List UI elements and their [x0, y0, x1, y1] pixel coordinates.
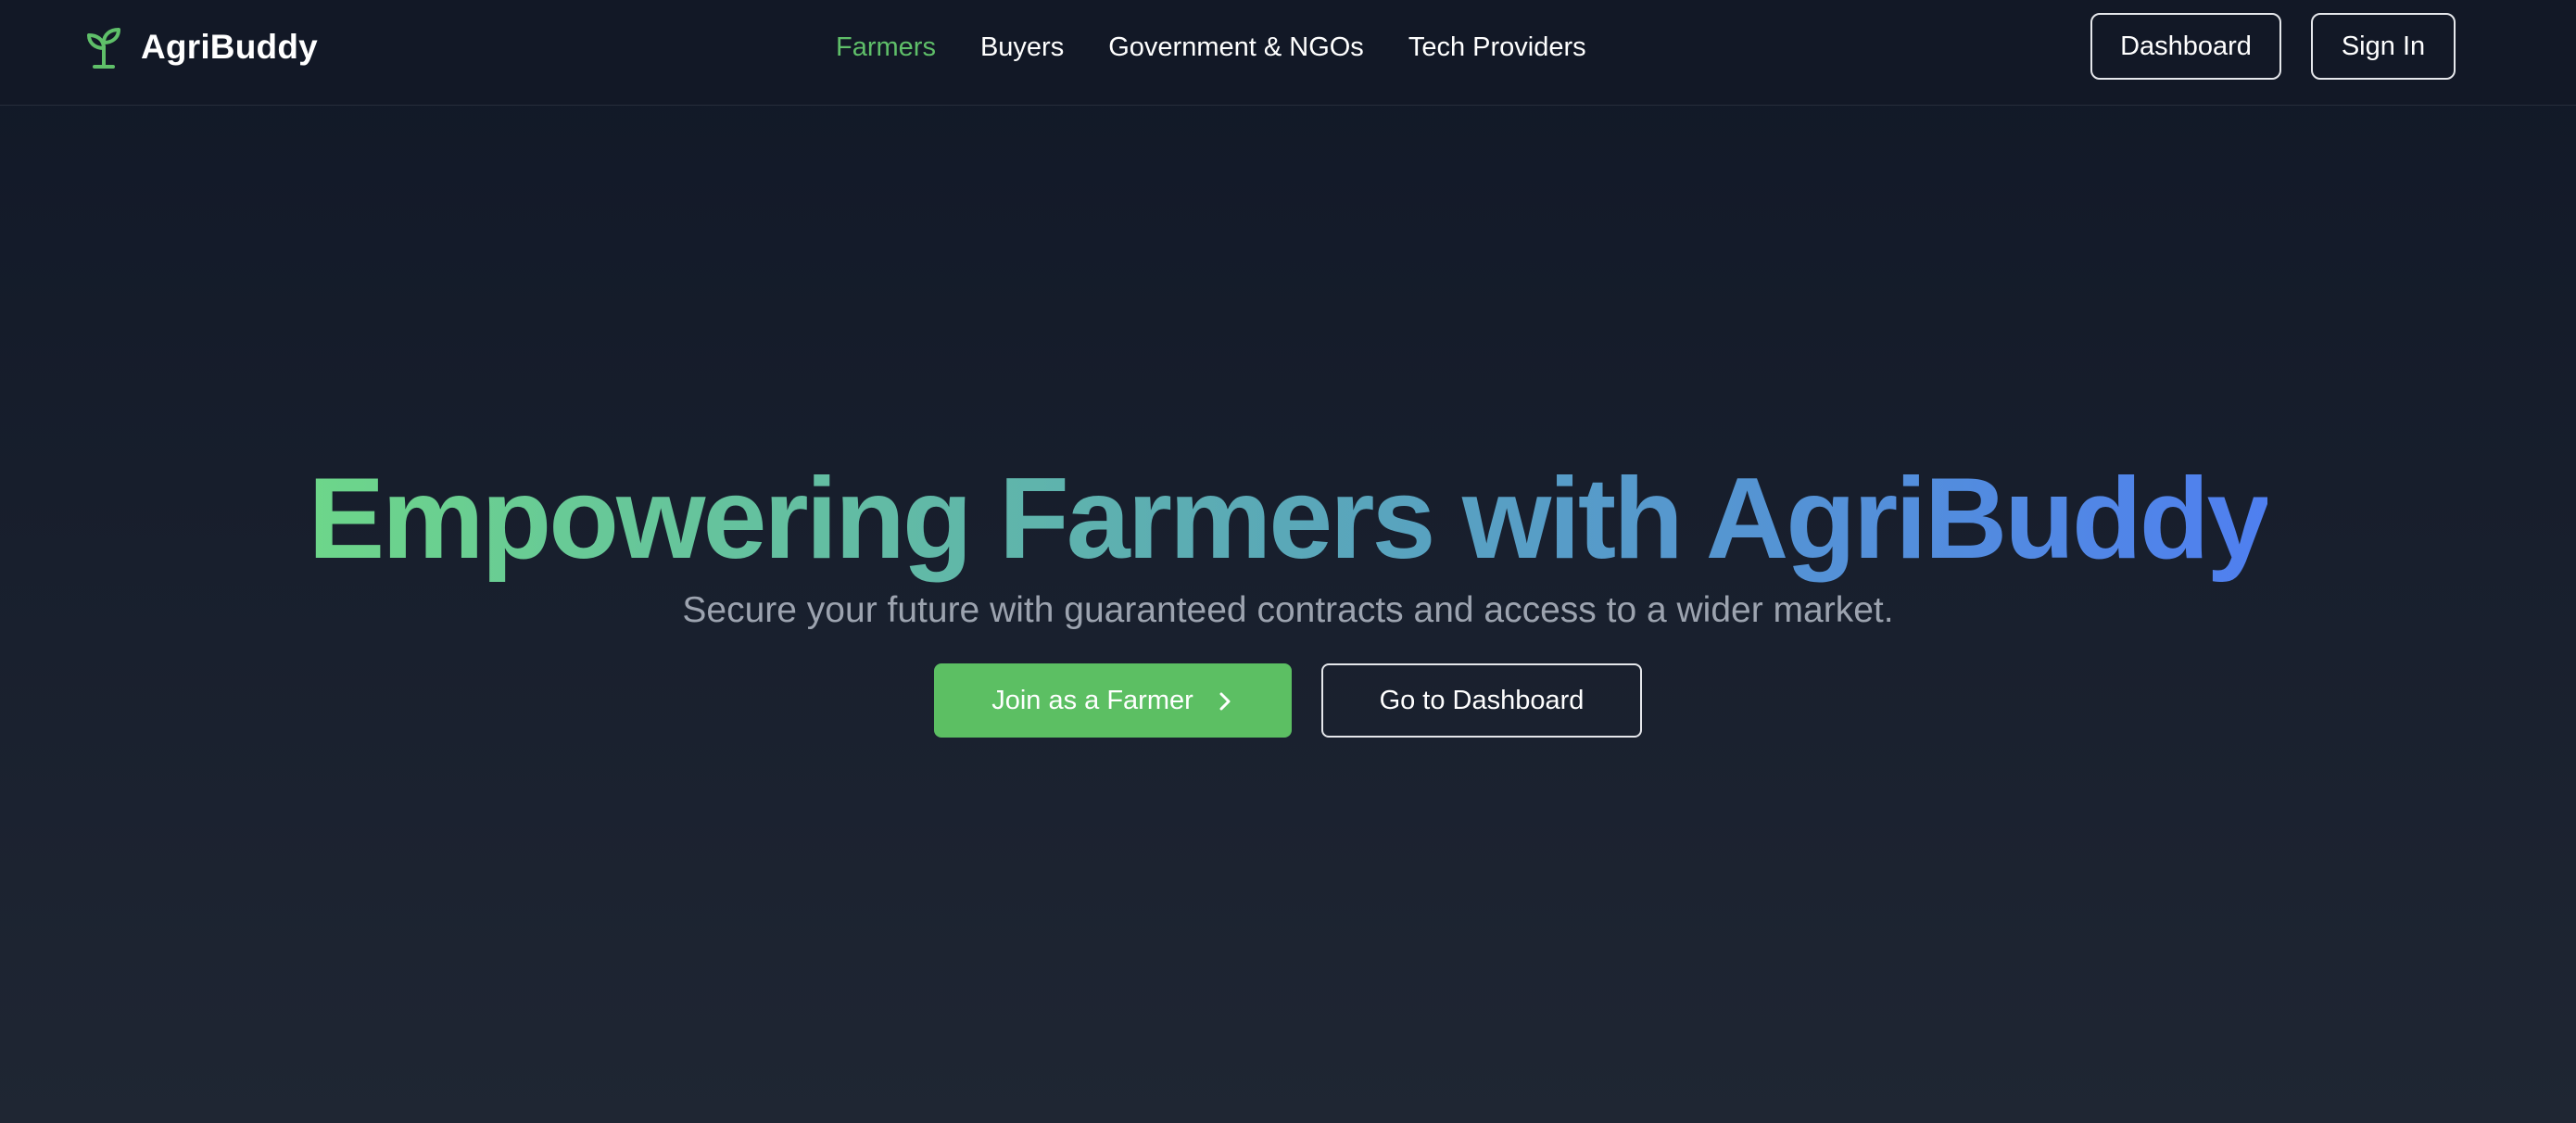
hero-subtitle: Secure your future with guaranteed contr… [682, 590, 1894, 630]
nav-link-government-ngos[interactable]: Government & NGOs [1108, 32, 1364, 63]
chevron-right-icon [1216, 689, 1234, 712]
hero-section: Empowering Farmers with AgriBuddy Secure… [0, 454, 2576, 738]
sprout-icon [85, 26, 122, 69]
nav-link-farmers[interactable]: Farmers [836, 32, 936, 63]
brand-logo[interactable]: AgriBuddy [85, 26, 318, 69]
hero-actions: Join as a Farmer Go to Dashboard [0, 663, 2576, 738]
hero-title: Empowering Farmers with AgriBuddy [308, 455, 2271, 583]
sign-in-button[interactable]: Sign In [2311, 13, 2456, 80]
top-navbar: AgriBuddy Farmers Buyers Government & NG… [0, 0, 2576, 106]
go-to-dashboard-button[interactable]: Go to Dashboard [1321, 663, 1642, 738]
nav-link-buyers[interactable]: Buyers [980, 32, 1064, 63]
brand-name: AgriBuddy [141, 28, 318, 66]
nav-actions: Dashboard Sign In [2090, 13, 2456, 80]
main-nav: Farmers Buyers Government & NGOs Tech Pr… [836, 26, 1586, 69]
dashboard-button[interactable]: Dashboard [2090, 13, 2281, 80]
join-as-farmer-label: Join as a Farmer [991, 685, 1193, 715]
nav-link-tech-providers[interactable]: Tech Providers [1408, 32, 1586, 63]
join-as-farmer-button[interactable]: Join as a Farmer [934, 663, 1292, 738]
